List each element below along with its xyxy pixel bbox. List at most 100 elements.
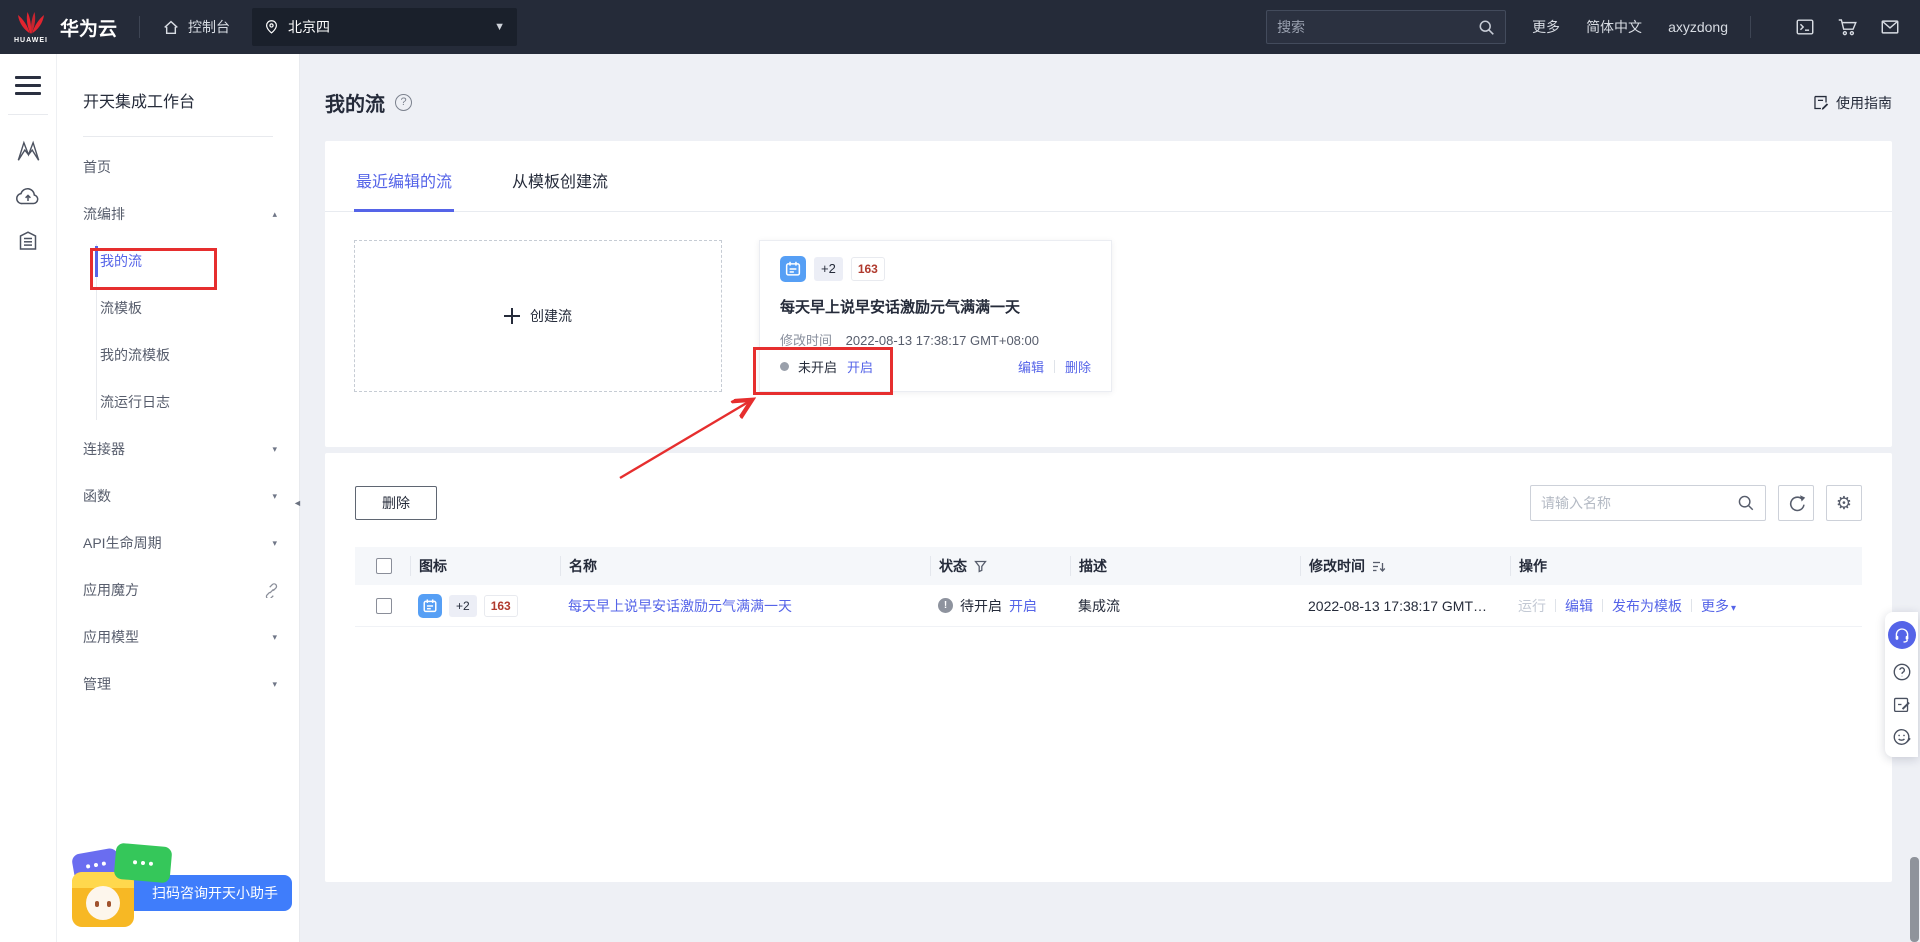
sidebar: 开天集成工作台 首页 流编排 ▴ 我的流 流模板 我的流模板 流运行日志 连接器 ▾… xyxy=(57,54,300,942)
user-guide-link[interactable]: 使用指南 xyxy=(1812,93,1892,113)
chevron-down-icon: ▾ xyxy=(272,444,277,454)
headset-icon xyxy=(1895,628,1908,643)
help-icon[interactable]: ? xyxy=(395,94,412,111)
guide-icon xyxy=(1814,95,1829,110)
status-info-icon: ! xyxy=(938,598,953,613)
cloud-upload-icon[interactable] xyxy=(15,185,41,207)
screen: HUAWEI 华为云 控制台 北京四 ▼ 更多 简体中文 axyzdong xyxy=(0,0,1920,942)
macroverse-logo-icon[interactable] xyxy=(15,139,42,163)
account-menu[interactable]: axyzdong xyxy=(1668,19,1728,35)
row-status-label: 待开启 xyxy=(960,597,1002,614)
flow-card[interactable]: +2 163 每天早上说早安话激励元气满满一天 修改时间 2022-08-13 … xyxy=(759,240,1112,392)
sidebar-item-flow-run-logs[interactable]: 流运行日志 xyxy=(57,379,299,426)
sidebar-submenu: 我的流 流模板 我的流模板 流运行日志 xyxy=(57,238,299,426)
region-selector[interactable]: 北京四 ▼ xyxy=(252,8,518,46)
speech-bubble-icon xyxy=(113,842,173,884)
console-link[interactable]: 控制台 xyxy=(162,17,230,37)
sidebar-item-home[interactable]: 首页 xyxy=(57,144,299,191)
catalog-icon[interactable] xyxy=(16,229,40,252)
search-icon xyxy=(1479,20,1494,35)
filter-icon[interactable] xyxy=(974,560,987,573)
divider xyxy=(1602,599,1603,612)
column-actions: 操作 xyxy=(1510,556,1862,576)
top-search[interactable] xyxy=(1266,10,1507,44)
help-button[interactable] xyxy=(1892,662,1912,682)
caret-down-icon: ▼ xyxy=(494,21,506,33)
row-description: 集成流 xyxy=(1078,597,1120,614)
badge-163: 163 xyxy=(483,594,518,617)
flow-name-link[interactable]: 每天早上说早安话激励元气满满一天 xyxy=(568,596,792,616)
edit-action[interactable]: 编辑 xyxy=(1565,596,1593,616)
more-connectors-badge: +2 xyxy=(814,257,843,281)
more-connectors-badge: +2 xyxy=(449,594,477,617)
column-modified-time: 修改时间 xyxy=(1300,556,1510,576)
more-menu[interactable]: 更多 xyxy=(1532,17,1560,37)
search-icon xyxy=(1738,495,1754,511)
language-switch[interactable]: 简体中文 xyxy=(1586,17,1642,37)
sidebar-item-my-flows[interactable]: 我的流 xyxy=(57,238,299,285)
scrollbar-thumb[interactable] xyxy=(1910,857,1919,942)
home-icon xyxy=(164,20,178,35)
column-icon: 图标 xyxy=(410,556,560,576)
terminal-icon[interactable] xyxy=(1795,17,1815,37)
tab-recent-flows[interactable]: 最近编辑的流 xyxy=(354,142,455,212)
more-actions[interactable]: 更多 ▾ xyxy=(1701,596,1736,616)
main-content: 我的流 ? 使用指南 最近编辑的流 从模板创建流 创建流 +2 163 每天早上… xyxy=(300,54,1920,942)
modified-time: 2022-08-13 17:38:17 GMT+08:00 xyxy=(845,333,1039,348)
tab-create-from-template[interactable]: 从模板创建流 xyxy=(510,142,610,211)
region-label: 北京四 xyxy=(288,19,331,35)
question-icon xyxy=(1893,663,1910,681)
settings-gear-icon: ⚙ xyxy=(1835,492,1853,513)
customer-service-button[interactable] xyxy=(1887,621,1916,649)
sidebar-item-app-cube[interactable]: 应用魔方 xyxy=(57,567,299,614)
enable-flow-link[interactable]: 开启 xyxy=(847,357,873,376)
settings-button[interactable]: ⚙ xyxy=(1826,485,1862,521)
sidebar-item-functions[interactable]: 函数 ▾ xyxy=(57,473,299,520)
sidebar-item-management[interactable]: 管理 ▾ xyxy=(57,661,299,708)
badge-163: 163 xyxy=(850,257,885,281)
table-header-row: 图标 名称 状态 描述 修改时间 操作 xyxy=(355,547,1862,585)
sidebar-item-my-flow-templates[interactable]: 我的流模板 xyxy=(57,332,299,379)
refresh-button[interactable] xyxy=(1778,485,1814,521)
cart-icon[interactable] xyxy=(1837,17,1858,37)
sidebar-item-flow-templates[interactable]: 流模板 xyxy=(57,285,299,332)
row-modified-time: 2022-08-13 17:38:17 GMT… xyxy=(1308,597,1487,614)
feedback-button[interactable] xyxy=(1892,695,1911,714)
sort-icon[interactable] xyxy=(1372,560,1386,573)
recent-flows-panel: 最近编辑的流 从模板创建流 创建流 +2 163 每天早上说早安话激励元气满满一… xyxy=(325,141,1892,447)
publish-as-template-action[interactable]: 发布为模板 xyxy=(1612,596,1682,616)
sidebar-item-flow-orchestration[interactable]: 流编排 ▴ xyxy=(57,191,299,238)
modified-label: 修改时间 xyxy=(780,333,833,348)
plus-icon xyxy=(504,308,520,324)
sidebar-item-app-model[interactable]: 应用模型 ▾ xyxy=(57,614,299,661)
list-search-input[interactable] xyxy=(1541,495,1737,511)
status-dot xyxy=(780,362,789,371)
sidebar-menu: 首页 流编排 ▴ 我的流 流模板 我的流模板 流运行日志 连接器 ▾ 函数 ▾ API… xyxy=(57,144,299,708)
create-flow-button[interactable]: 创建流 xyxy=(354,240,722,392)
edit-flow-link[interactable]: 编辑 xyxy=(1018,357,1044,376)
sidebar-collapse-icon[interactable]: ◄ xyxy=(293,492,307,514)
row-enable-link[interactable]: 开启 xyxy=(1009,596,1037,616)
divider xyxy=(139,16,141,38)
top-search-input[interactable] xyxy=(1277,19,1479,35)
sidebar-item-api-lifecycle[interactable]: API生命周期 ▾ xyxy=(57,520,299,567)
external-link-icon xyxy=(265,583,278,598)
delete-button[interactable]: 删除 xyxy=(355,486,437,520)
huawei-logo: HUAWEI xyxy=(14,10,48,44)
mail-icon[interactable] xyxy=(1880,17,1900,37)
satisfaction-button[interactable] xyxy=(1892,727,1912,747)
mascot-avatar xyxy=(72,872,134,927)
hamburger-menu-icon[interactable] xyxy=(15,76,41,100)
row-checkbox[interactable] xyxy=(376,597,392,614)
table-row: +2 163 每天早上说早安话激励元气满满一天 ! 待开启 开启 集成流 202… xyxy=(355,585,1862,627)
run-action-disabled: 运行 xyxy=(1518,597,1546,614)
list-search[interactable] xyxy=(1530,485,1766,521)
console-label: 控制台 xyxy=(188,19,231,35)
select-all-checkbox[interactable] xyxy=(376,558,392,574)
divider xyxy=(1053,360,1055,373)
smiley-icon xyxy=(1893,729,1911,745)
huawei-flower-icon xyxy=(18,12,44,34)
sidebar-item-connectors[interactable]: 连接器 ▾ xyxy=(57,426,299,473)
delete-flow-link[interactable]: 删除 xyxy=(1065,357,1091,376)
flow-title[interactable]: 每天早上说早安话激励元气满满一天 xyxy=(780,296,1091,317)
